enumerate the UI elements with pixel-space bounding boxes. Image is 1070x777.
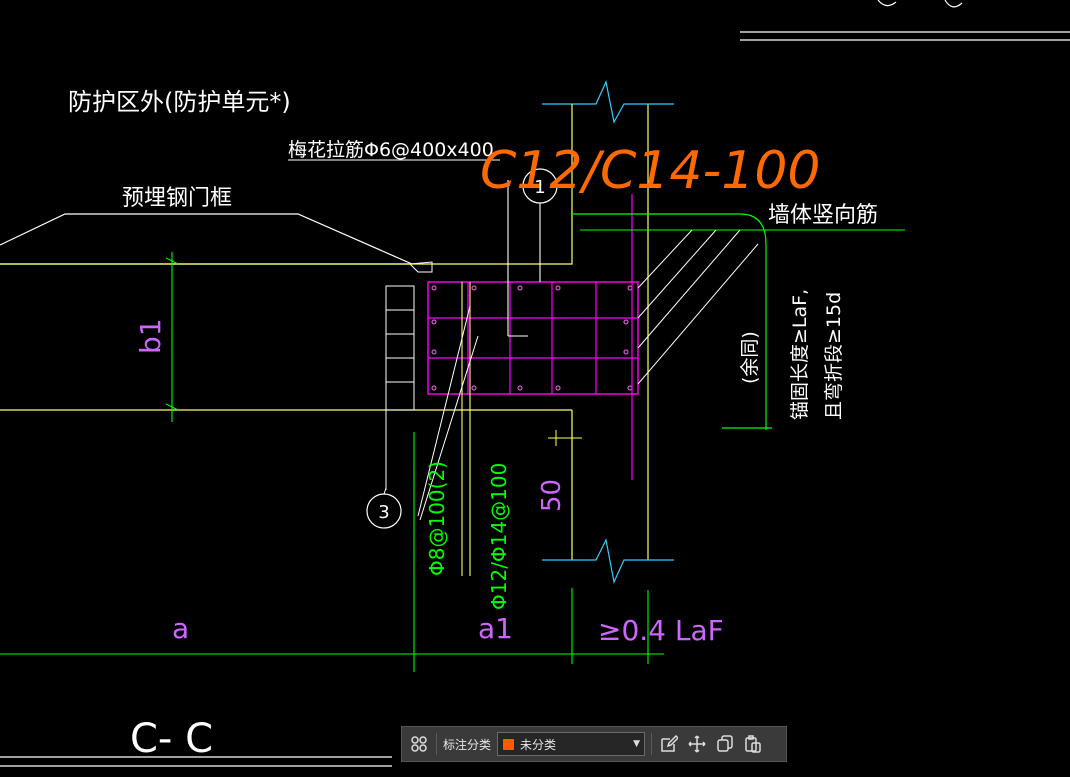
paste-icon[interactable] [742,733,764,755]
category-dropdown[interactable]: 未分类 ▼ [497,732,646,756]
stirrup-label: Φ8@100(2) [425,461,449,576]
tie-bar-note: 梅花拉筋Φ6@400x400 [288,139,494,161]
callout-3-label: 3 [378,502,389,523]
dim-50-label: 50 [537,479,567,512]
break-line-bottom [542,538,674,584]
wall-vertical-bar-label: 墙体竖向筋 [768,203,878,228]
copy-icon[interactable] [714,733,736,755]
section-label: C- C [130,716,213,762]
chevron-down-icon: ▼ [633,739,641,749]
move-icon[interactable] [686,733,708,755]
wall-edge [0,208,573,265]
embed-frame-label: 预埋钢门框 [122,186,232,211]
dim-laf-label: ≥0.4 LaF [598,614,724,647]
door-frame-outline [0,213,413,265]
callout-1-label: 1 [534,177,545,198]
edit-icon[interactable] [658,733,680,755]
beam-cage [427,281,639,395]
toolbar-separator [436,733,437,755]
anchor-note-2: 且弯折段≥15d [823,292,845,420]
grid-icon[interactable] [408,733,430,755]
annotation-category-label: 标注分类 [443,737,492,752]
handwritten-note: C12/C14-100 [480,141,821,201]
anchor-note-1: 锚固长度≥LaF, [789,289,811,420]
anchor-note-same: (余同) [739,331,761,384]
category-dropdown-value: 未分类 [520,737,557,752]
protect-zone-label: 防护区外(防护单元*) [68,88,291,116]
dim-a-label: a [172,612,189,645]
dim-a1-label: a1 [478,612,513,645]
long-bar-label: Φ12/Φ14@100 [487,463,511,610]
title-fragment [877,0,897,7]
toolbar-separator [651,733,653,755]
cad-drawing: 防护区外(防护单元*) 梅花拉筋Φ6@400x400 C12/C14-100 预… [0,0,1070,767]
dim-b1-label: b1 [134,318,167,354]
annotation-toolbar: 标注分类 未分类 ▼ [401,726,787,762]
category-color-swatch [502,737,516,751]
frame-ladder [385,285,415,411]
break-line-top [542,80,674,124]
title-fragment [944,0,963,8]
wall-vertical-bar-line [572,213,767,430]
